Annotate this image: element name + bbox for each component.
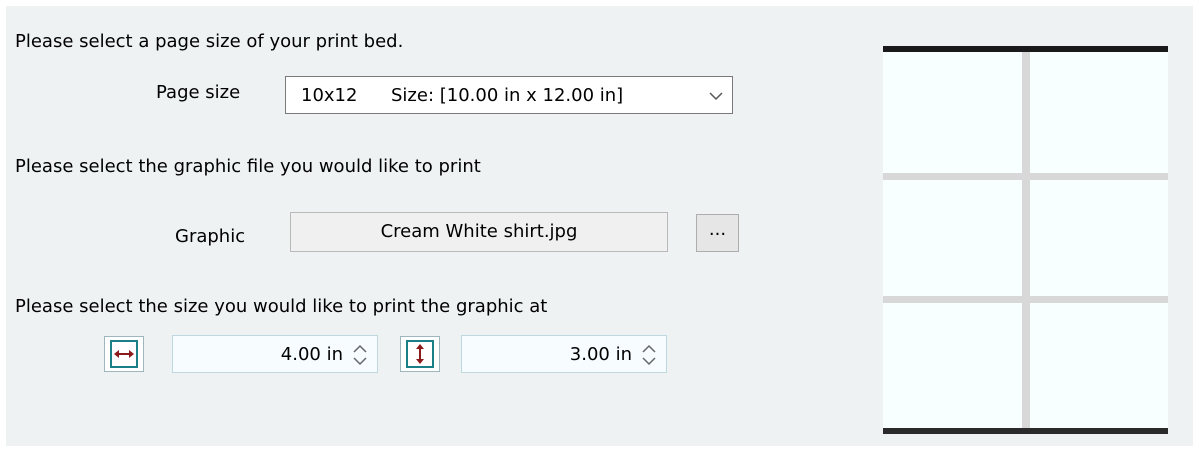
height-value: 3.00 in [569,344,632,365]
spinner-arrows-icon[interactable] [639,342,659,368]
page-size-code: 10x12 [301,85,358,106]
browse-button[interactable]: ... [696,214,739,252]
print-bed-preview [883,46,1168,434]
preview-grid-divider [883,296,1168,303]
preview-grid-divider [883,173,1168,180]
graphic-filename-field[interactable]: Cream White shirt.jpg [290,212,668,252]
page-size-description: Size: [10.00 in x 12.00 in] [391,85,624,106]
chevron-down-icon [709,92,723,101]
graphic-filename: Cream White shirt.jpg [380,221,578,242]
width-icon-button[interactable] [104,336,144,372]
graphic-prompt: Please select the graphic file you would… [15,156,481,177]
vertical-arrows-icon [406,340,434,368]
size-prompt: Please select the size you would like to… [15,296,548,317]
horizontal-arrows-icon [110,340,138,368]
width-value: 4.00 in [280,344,343,365]
width-spinner[interactable]: 4.00 in [172,335,378,373]
graphic-label: Graphic [175,226,246,247]
height-spinner[interactable]: 3.00 in [461,335,667,373]
print-settings-panel: Please select a page size of your print … [6,6,1193,446]
page-size-dropdown[interactable]: 10x12 Size: [10.00 in x 12.00 in] [285,76,733,114]
preview-grid-divider [1022,52,1030,428]
height-icon-button[interactable] [400,336,440,372]
preview-bottom-border [883,428,1168,434]
spinner-arrows-icon[interactable] [350,342,370,368]
page-size-prompt: Please select a page size of your print … [15,31,404,52]
page-size-label: Page size [156,82,241,103]
